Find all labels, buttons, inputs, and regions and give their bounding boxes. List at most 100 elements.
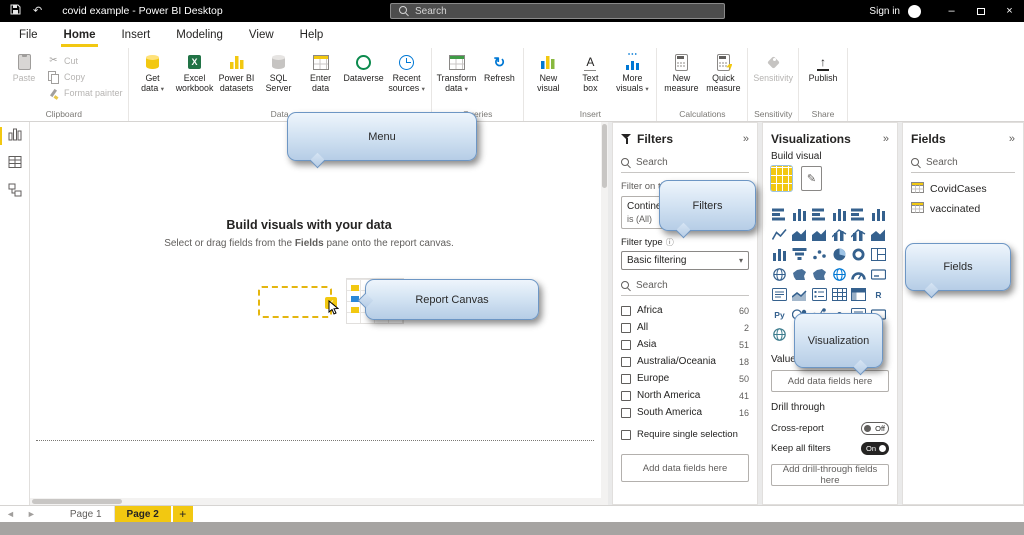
publish-button[interactable]: Publish bbox=[802, 50, 844, 83]
excel-workbook-button[interactable]: Excelworkbook bbox=[174, 50, 216, 94]
card-icon[interactable] bbox=[870, 267, 887, 282]
build-visual-mode-icon[interactable] bbox=[771, 166, 792, 191]
sign-in-button[interactable]: Sign in bbox=[869, 6, 900, 17]
refresh-button[interactable]: Refresh bbox=[478, 50, 520, 83]
menu-help[interactable]: Help bbox=[287, 22, 337, 48]
pie-chart-icon[interactable] bbox=[831, 247, 848, 262]
waterfall-chart-icon[interactable] bbox=[771, 247, 788, 262]
multi-row-card-icon[interactable] bbox=[771, 287, 788, 302]
menu-modeling[interactable]: Modeling bbox=[163, 22, 236, 48]
enter-data-button[interactable]: Enterdata bbox=[300, 50, 342, 94]
copy-button[interactable]: Copy bbox=[47, 71, 123, 83]
filters-add-data-fields-dropzone[interactable]: Add data fields here bbox=[621, 454, 749, 482]
menu-insert[interactable]: Insert bbox=[108, 22, 163, 48]
filter-values-search-input[interactable]: Search bbox=[621, 276, 749, 296]
filter-value-row[interactable]: South America16 bbox=[621, 404, 749, 421]
canvas-vertical-scrollbar[interactable] bbox=[601, 122, 608, 505]
close-button[interactable]: × bbox=[995, 0, 1024, 22]
restore-button[interactable] bbox=[966, 0, 995, 22]
save-icon[interactable] bbox=[10, 2, 21, 20]
menu-view[interactable]: View bbox=[236, 22, 287, 48]
slicer-icon[interactable] bbox=[811, 287, 828, 302]
recent-sources-button[interactable]: Recentsources ▾ bbox=[386, 50, 428, 94]
fields-search-input[interactable]: Search bbox=[911, 153, 1015, 173]
values-add-data-fields-dropzone[interactable]: Add data fields here bbox=[771, 370, 889, 392]
cut-button[interactable]: Cut bbox=[47, 55, 123, 67]
filter-value-row[interactable]: Australia/Oceania18 bbox=[621, 353, 749, 370]
sensitivity-button[interactable]: Sensitivity bbox=[751, 50, 795, 83]
clustered-bar-chart-icon[interactable] bbox=[811, 207, 828, 222]
collapse-pane-icon[interactable] bbox=[883, 133, 889, 145]
table-icon[interactable] bbox=[831, 287, 848, 302]
ribbon-chart-icon[interactable] bbox=[870, 227, 887, 242]
new-measure-button[interactable]: Newmeasure bbox=[660, 50, 702, 94]
menu-file[interactable]: File bbox=[6, 22, 51, 48]
format-painter-button[interactable]: Format painter bbox=[47, 87, 123, 99]
next-page-icon[interactable]: ► bbox=[21, 506, 42, 522]
page-tab-page-2[interactable]: Page 2 bbox=[115, 506, 171, 522]
filled-map-icon[interactable] bbox=[791, 267, 808, 282]
stacked-area-chart-icon[interactable] bbox=[811, 227, 828, 242]
pbi-datasets-button[interactable]: Power BIdatasets bbox=[216, 50, 258, 94]
matrix-icon[interactable] bbox=[850, 287, 867, 302]
map-icon[interactable] bbox=[771, 267, 788, 282]
100-stacked-bar-chart-icon[interactable] bbox=[850, 207, 867, 222]
azure-map-icon[interactable] bbox=[831, 267, 848, 282]
clustered-column-chart-icon[interactable] bbox=[831, 207, 848, 222]
add-page-button[interactable] bbox=[173, 506, 193, 522]
kpi-icon[interactable] bbox=[791, 287, 808, 302]
require-single-selection-row[interactable]: Require single selection bbox=[621, 429, 749, 440]
model-view-button[interactable] bbox=[0, 178, 30, 206]
100-stacked-column-chart-icon[interactable] bbox=[870, 207, 887, 222]
donut-chart-icon[interactable] bbox=[850, 247, 867, 262]
drill-through-add-fields-dropzone[interactable]: Add drill-through fields here bbox=[771, 464, 889, 486]
gauge-icon[interactable] bbox=[850, 267, 867, 282]
scatter-chart-icon[interactable] bbox=[811, 247, 828, 262]
filters-search-input[interactable]: Search bbox=[621, 153, 749, 173]
dataverse-button[interactable]: Dataverse bbox=[342, 50, 386, 83]
new-visual-button[interactable]: Newvisual bbox=[527, 50, 569, 94]
filter-value-row[interactable]: Asia51 bbox=[621, 336, 749, 353]
stacked-column-chart-icon[interactable] bbox=[791, 207, 808, 222]
treemap-icon[interactable] bbox=[870, 247, 887, 262]
report-view-button[interactable] bbox=[0, 122, 30, 150]
cross-report-toggle[interactable]: Off bbox=[861, 422, 889, 435]
collapse-pane-icon[interactable] bbox=[1009, 133, 1015, 145]
area-chart-icon[interactable] bbox=[791, 227, 808, 242]
paste-button[interactable]: Paste bbox=[3, 50, 45, 83]
text-box-button[interactable]: Textbox bbox=[569, 50, 611, 94]
funnel-chart-icon[interactable] bbox=[791, 247, 808, 262]
python-visual-icon[interactable]: Py bbox=[771, 307, 788, 322]
canvas-horizontal-scrollbar[interactable] bbox=[30, 498, 608, 505]
transform-data-button[interactable]: Transformdata ▾ bbox=[435, 50, 479, 94]
collapse-pane-icon[interactable] bbox=[743, 133, 749, 145]
filter-value-row[interactable]: All2 bbox=[621, 319, 749, 336]
menu-home[interactable]: Home bbox=[51, 22, 109, 48]
field-table-covidcases[interactable]: CovidCases bbox=[911, 179, 1015, 199]
filter-type-dropdown[interactable]: Basic filtering bbox=[621, 251, 749, 270]
page-tab-page-1[interactable]: Page 1 bbox=[58, 506, 115, 522]
account-avatar[interactable] bbox=[908, 5, 921, 18]
line-and-clustered-column-chart-icon[interactable] bbox=[850, 227, 867, 242]
keep-all-filters-toggle[interactable]: On bbox=[861, 442, 889, 455]
filter-value-row[interactable]: Africa60 bbox=[621, 302, 749, 319]
previous-page-icon[interactable]: ◄ bbox=[0, 506, 21, 522]
filter-value-row[interactable]: Europe50 bbox=[621, 370, 749, 387]
sql-server-button[interactable]: SQLServer bbox=[258, 50, 300, 94]
filter-value-row[interactable]: North America41 bbox=[621, 387, 749, 404]
undo-icon[interactable]: ↶ bbox=[33, 6, 42, 17]
r-script-visual-icon[interactable]: R bbox=[870, 287, 887, 302]
titlebar-search[interactable]: Search bbox=[390, 3, 725, 19]
line-and-stacked-column-chart-icon[interactable] bbox=[831, 227, 848, 242]
arcgis-map-icon[interactable] bbox=[771, 327, 788, 342]
data-view-button[interactable] bbox=[0, 150, 30, 178]
field-table-vaccinated[interactable]: vaccinated bbox=[911, 199, 1015, 219]
get-data-button[interactable]: Getdata ▾ bbox=[132, 50, 174, 94]
more-visuals-button[interactable]: Morevisuals ▾ bbox=[611, 50, 653, 94]
stacked-bar-chart-icon[interactable] bbox=[771, 207, 788, 222]
shape-map-icon[interactable] bbox=[811, 267, 828, 282]
quick-measure-button[interactable]: Quickmeasure bbox=[702, 50, 744, 94]
minimize-button[interactable]: – bbox=[937, 0, 966, 22]
format-page-mode-icon[interactable] bbox=[801, 166, 822, 191]
line-chart-icon[interactable] bbox=[771, 227, 788, 242]
